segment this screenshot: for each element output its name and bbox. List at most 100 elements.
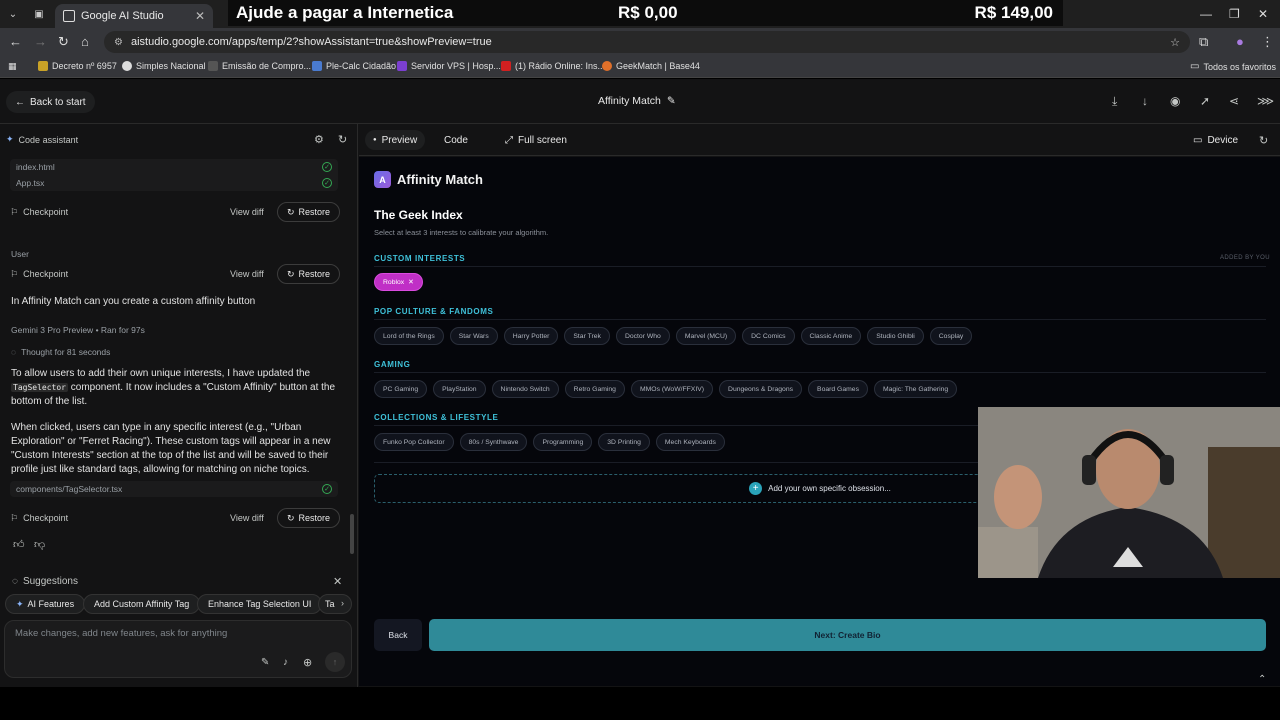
tag[interactable]: MMOs (WoW/FFXIV)	[630, 380, 714, 398]
tag[interactable]: Funko Pop Collector	[374, 433, 454, 451]
view-diff-button[interactable]: View diff	[230, 513, 264, 523]
preview-panel: ● Preview Code ⤢ Full screen ▭ Device ↻ A A…	[359, 124, 1280, 687]
chat-scrollbar[interactable]	[350, 514, 354, 554]
magic-wand-icon[interactable]: ✎	[261, 657, 269, 668]
microphone-icon[interactable]: ♪	[283, 657, 288, 668]
bookmark-item[interactable]: Decreto nº 6957	[38, 61, 117, 71]
home-icon[interactable]: ⌂	[81, 34, 89, 49]
bookmark-item[interactable]: Emissão de Compro...	[208, 61, 311, 71]
tag[interactable]: Programming	[533, 433, 593, 451]
site-info-icon[interactable]: ⚙	[114, 37, 123, 48]
tag[interactable]: Star Wars	[449, 327, 498, 345]
prompt-input[interactable]: Make changes, add new features, ask for …	[4, 620, 352, 678]
add-attachment-icon[interactable]: ⊕	[303, 656, 312, 669]
sparkle-icon: ✦	[16, 598, 24, 609]
tag[interactable]: 80s / Synthwave	[459, 433, 528, 451]
pencil-icon[interactable]: ✎	[667, 95, 676, 107]
tag[interactable]: Marvel (MCU)	[675, 327, 737, 345]
restore-button[interactable]: ↻ Restore	[276, 264, 340, 284]
tag[interactable]: Lord of the Rings	[374, 327, 444, 345]
thought-toggle[interactable]: ◌ Thought for 81 seconds	[11, 345, 341, 359]
bookmark-item[interactable]: GeekMatch | Base44	[602, 61, 700, 71]
refresh-icon[interactable]: ↻	[338, 133, 347, 146]
thumbs-down-icon[interactable]: 👎︎	[34, 538, 45, 551]
file-row[interactable]: App.tsx ✓	[10, 175, 338, 191]
back-to-start-button[interactable]: ← Back to start	[6, 91, 95, 113]
chevron-right-icon[interactable]: ›	[341, 598, 344, 608]
close-suggestions-icon[interactable]: ✕	[333, 575, 342, 588]
tag[interactable]: Retro Gaming	[564, 380, 625, 398]
suggestion-chip[interactable]: ✦ AI Features	[5, 594, 86, 614]
tag[interactable]: Classic Anime	[800, 327, 862, 345]
github-icon[interactable]: ◉	[1170, 94, 1180, 108]
all-bookmarks-label: Todos os favoritos	[1203, 61, 1276, 72]
close-window-icon[interactable]: ✕	[1258, 7, 1268, 21]
tab-preview[interactable]: ● Preview	[365, 130, 426, 150]
chevron-up-icon[interactable]: ⌃	[1258, 674, 1266, 685]
save-drive-icon[interactable]: ⤓	[1112, 94, 1117, 109]
share-icon[interactable]: ⋖	[1229, 94, 1239, 108]
tag[interactable]: Doctor Who	[615, 327, 670, 345]
tag[interactable]: Board Games	[808, 380, 868, 398]
forward-arrow-icon[interactable]: →	[34, 34, 47, 49]
restore-icon[interactable]: ❐	[1229, 7, 1240, 21]
next-create-bio-button[interactable]: Next: Create Bio	[429, 619, 1266, 651]
remove-tag-icon[interactable]: ✕	[408, 278, 414, 286]
tag[interactable]: PC Gaming	[374, 380, 428, 398]
view-diff-button[interactable]: View diff	[230, 269, 264, 279]
device-selector[interactable]: ▭ Device	[1185, 130, 1246, 150]
tag-custom[interactable]: Roblox ✕	[374, 273, 423, 291]
thumbs-up-icon[interactable]: 👍︎	[13, 538, 25, 551]
download-icon[interactable]: ↓	[1142, 94, 1148, 108]
tag[interactable]: Dungeons & Dragons	[719, 380, 803, 398]
file-row[interactable]: components/TagSelector.tsx ✓	[10, 481, 338, 497]
restore-button[interactable]: ↻ Restore	[276, 508, 340, 528]
code-assistant-panel: ✦ Code assistant ⚙ ↻ index.html ✓ App.tsx…	[0, 124, 358, 687]
all-bookmarks[interactable]: ▭ Todos os favoritos	[1190, 61, 1276, 72]
send-arrow-icon[interactable]: ↑	[325, 652, 345, 672]
file-row[interactable]: index.html ✓	[10, 159, 338, 175]
hide-panel-icon[interactable]: ⋙	[1257, 94, 1274, 108]
pinned-tab-icon[interactable]: ▣	[31, 6, 47, 22]
tag[interactable]: Nintendo Switch	[491, 380, 559, 398]
reload-icon[interactable]: ↻	[58, 34, 69, 50]
settings-gear-icon[interactable]: ⚙	[314, 133, 324, 146]
bookmark-item[interactable]: Servidor VPS | Hosp...	[397, 61, 501, 71]
tab-fullscreen[interactable]: ⤢ Full screen	[497, 130, 575, 150]
bookmark-item[interactable]: (1) Rádio Online: Ins...	[501, 61, 605, 71]
apps-icon[interactable]: ▦	[8, 61, 17, 72]
bookmark-star-icon[interactable]: ☆	[1170, 36, 1180, 49]
pop-tags: Lord of the Rings Star Wars Harry Potter…	[374, 327, 973, 345]
tag[interactable]: Star Trek	[564, 327, 610, 345]
suggestion-chip[interactable]: Enhance Tag Selection UI	[197, 594, 323, 614]
tag[interactable]: 3D Printing	[598, 433, 650, 451]
tag[interactable]: PlayStation	[433, 380, 486, 398]
refresh-preview-icon[interactable]: ↻	[1259, 134, 1268, 147]
suggestion-chip[interactable]: Add Custom Affinity Tag	[83, 594, 201, 614]
tag[interactable]: Cosplay	[929, 327, 973, 345]
back-button[interactable]: Back	[374, 619, 422, 651]
tab-google-ai-studio[interactable]: Google AI Studio ✕	[55, 4, 213, 28]
back-arrow-icon[interactable]: ←	[9, 34, 22, 49]
tag[interactable]: Harry Potter	[503, 327, 559, 345]
extensions-icon[interactable]: ⧉	[1199, 34, 1208, 50]
tag[interactable]: Mech Keyboards	[655, 433, 725, 451]
view-diff-button[interactable]: View diff	[230, 207, 264, 217]
project-title[interactable]: Affinity Match ✎	[598, 95, 676, 107]
suggestion-chip[interactable]: Ta	[318, 594, 352, 614]
menu-icon[interactable]: ⋮	[1261, 34, 1274, 50]
tag[interactable]: DC Comics	[742, 327, 795, 345]
address-bar[interactable]: ⚙ aistudio.google.com/apps/temp/2?showAs…	[104, 31, 1190, 53]
tag[interactable]: Magic: The Gathering	[873, 380, 958, 398]
check-icon: ✓	[322, 162, 332, 172]
tab-code[interactable]: Code	[436, 130, 476, 150]
minimize-icon[interactable]: —	[1200, 7, 1212, 21]
deploy-rocket-icon[interactable]: ➚	[1200, 94, 1210, 108]
restore-button[interactable]: ↻ Restore	[276, 202, 340, 222]
profile-icon[interactable]: ●	[1236, 34, 1244, 49]
close-tab-icon[interactable]: ✕	[195, 9, 205, 23]
bookmark-item[interactable]: Ple-Calc Cidadão	[312, 61, 396, 71]
bookmark-item[interactable]: Simples Nacional	[122, 61, 206, 71]
tab-search-icon[interactable]: ⌄	[5, 6, 21, 22]
tag[interactable]: Studio Ghibli	[867, 327, 924, 345]
